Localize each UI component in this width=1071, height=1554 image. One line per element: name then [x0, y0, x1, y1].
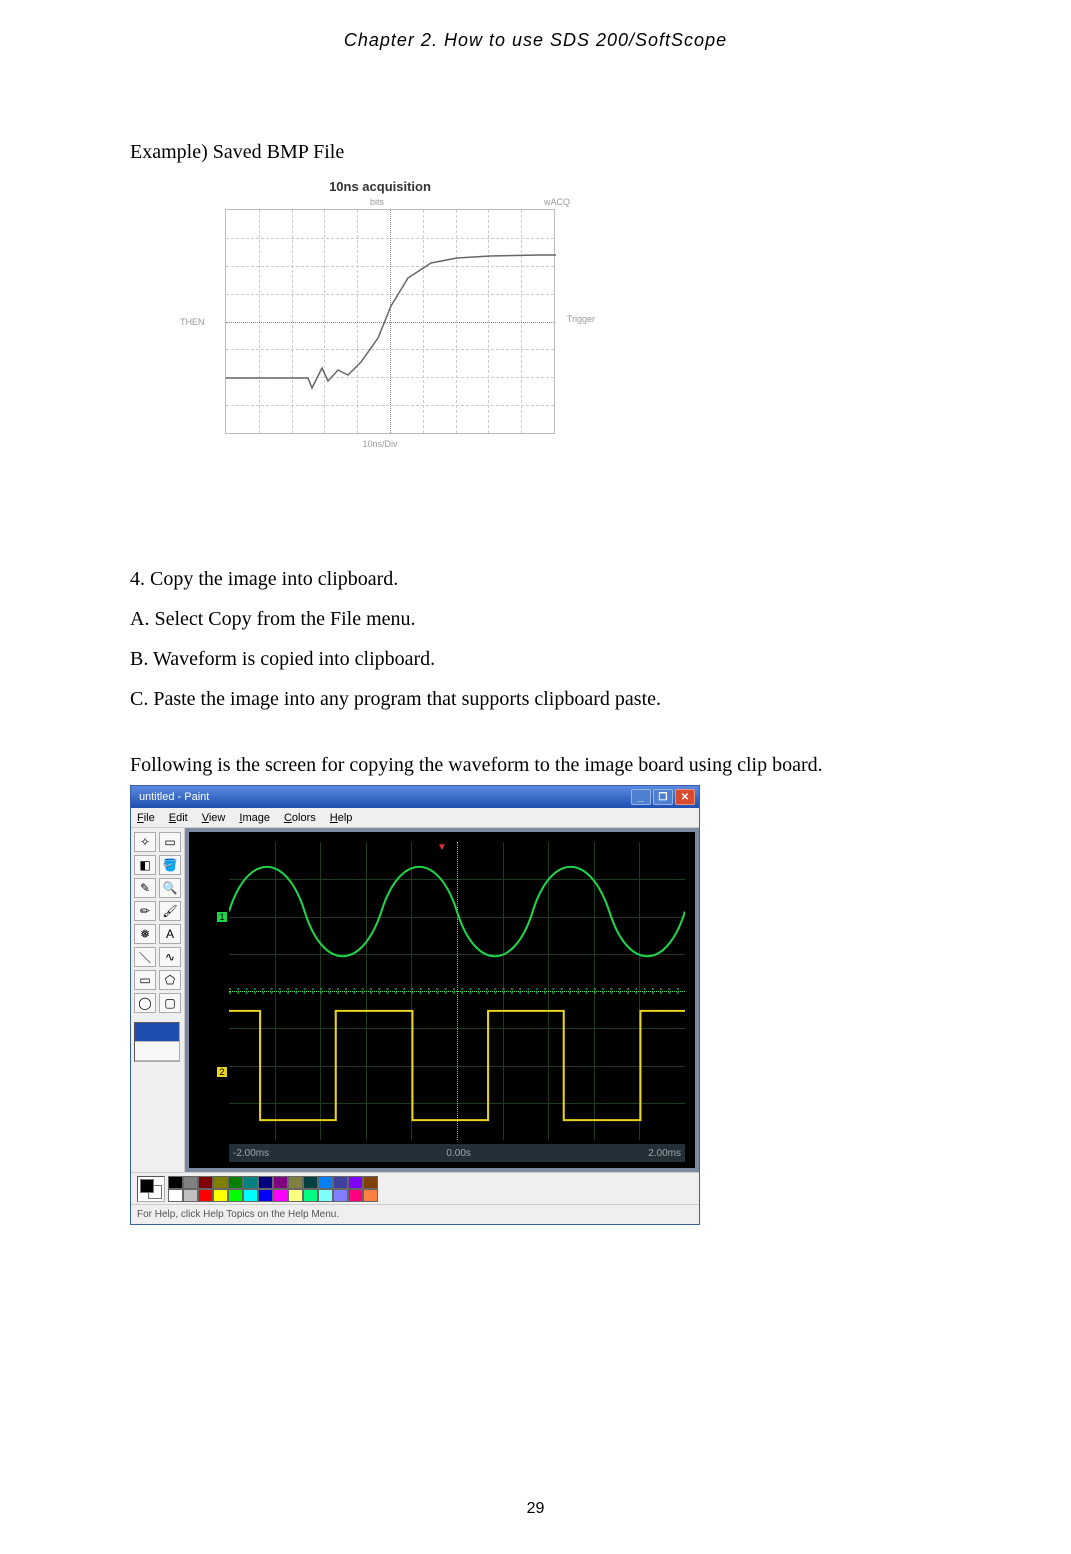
color-swatch[interactable]	[318, 1189, 333, 1202]
minimize-button[interactable]: _	[631, 789, 651, 805]
menu-help[interactable]: Help	[330, 812, 353, 824]
color-swatch[interactable]	[213, 1176, 228, 1189]
tool-freeform-select-icon[interactable]: ✧	[134, 832, 156, 852]
titlebar[interactable]: untitled - Paint _ ❐ ✕	[131, 786, 699, 808]
instruction-block: 4. Copy the image into clipboard. A. Sel…	[130, 559, 941, 719]
tool-roundrect-icon[interactable]: ▢	[159, 993, 181, 1013]
paint-window: untitled - Paint _ ❐ ✕ File Edit View Im…	[130, 785, 700, 1225]
scope-time-labels: -2.00ms 0.00s 2.00ms	[229, 1144, 685, 1162]
color-swatch[interactable]	[198, 1189, 213, 1202]
color-swatch[interactable]	[363, 1176, 378, 1189]
status-text: For Help, click Help Topics on the Help …	[137, 1209, 339, 1220]
statusbar: For Help, click Help Topics on the Help …	[131, 1204, 699, 1224]
color-swatch[interactable]	[333, 1176, 348, 1189]
menu-view[interactable]: View	[202, 812, 226, 824]
color-swatch[interactable]	[168, 1176, 183, 1189]
bmp-left-label: THEN	[180, 317, 205, 327]
tool-select-icon[interactable]: ▭	[159, 832, 181, 852]
color-swatch[interactable]	[213, 1189, 228, 1202]
example-caption: Example) Saved BMP File	[130, 141, 941, 164]
color-swatch[interactable]	[318, 1176, 333, 1189]
color-swatch[interactable]	[288, 1189, 303, 1202]
scope-grid	[229, 842, 685, 1140]
color-swatch[interactable]	[243, 1176, 258, 1189]
tool-line-icon[interactable]: ＼	[134, 947, 156, 967]
step-a: A. Select Copy from the File menu.	[130, 599, 941, 639]
bmp-bottom-label: 10ns/Div	[170, 439, 590, 449]
time-right: 2.00ms	[648, 1148, 681, 1159]
time-center: 0.00s	[446, 1148, 470, 1159]
color-swatch[interactable]	[273, 1189, 288, 1202]
color-swatch[interactable]	[363, 1189, 378, 1202]
color-swatch[interactable]	[348, 1176, 363, 1189]
canvas: ▼ 1 2	[189, 832, 695, 1168]
menu-edit[interactable]: Edit	[169, 812, 188, 824]
color-swatch[interactable]	[258, 1189, 273, 1202]
color-swatch[interactable]	[348, 1189, 363, 1202]
follow-text: Following is the screen for copying the …	[130, 754, 941, 777]
bmp-title: 10ns acquisition	[170, 179, 590, 194]
fg-color-icon	[140, 1179, 154, 1193]
paint-body: ✧ ▭ ◧ 🪣 ✎ 🔍 ✏ 🖌 ❅ A ＼ ∿ ▭ ⬠ ◯ ▢	[131, 828, 699, 1172]
color-palette	[168, 1176, 378, 1202]
color-swatch[interactable]	[198, 1176, 213, 1189]
color-swatch[interactable]	[228, 1176, 243, 1189]
canvas-area[interactable]: ▼ 1 2	[185, 828, 699, 1172]
color-palette-row	[131, 1172, 699, 1204]
color-swatch[interactable]	[183, 1189, 198, 1202]
color-swatch[interactable]	[288, 1176, 303, 1189]
color-swatch[interactable]	[168, 1189, 183, 1202]
tool-options[interactable]	[134, 1022, 180, 1062]
bmp-grid	[225, 209, 555, 434]
tool-fill-icon[interactable]: 🪣	[159, 855, 181, 875]
tool-brush-icon[interactable]: 🖌	[159, 901, 181, 921]
tool-spray-icon[interactable]: ❅	[134, 924, 156, 944]
color-swatch[interactable]	[258, 1176, 273, 1189]
page-number: 29	[0, 1500, 1071, 1518]
color-swatch[interactable]	[273, 1176, 288, 1189]
toolbox: ✧ ▭ ◧ 🪣 ✎ 🔍 ✏ 🖌 ❅ A ＼ ∿ ▭ ⬠ ◯ ▢	[131, 828, 185, 1172]
bmp-sub-left: bits	[370, 197, 384, 207]
chapter-header: Chapter 2. How to use SDS 200/SoftScope	[130, 30, 941, 51]
ch2-marker: 2	[217, 1067, 227, 1077]
tool-zoom-icon[interactable]: 🔍	[159, 878, 181, 898]
bmp-sub-right: wACQ	[544, 197, 570, 207]
color-swatch[interactable]	[243, 1189, 258, 1202]
tool-ellipse-icon[interactable]: ◯	[134, 993, 156, 1013]
bmp-trace	[226, 210, 556, 435]
step-b: B. Waveform is copied into clipboard.	[130, 639, 941, 679]
step-4: 4. Copy the image into clipboard.	[130, 559, 941, 599]
tool-curve-icon[interactable]: ∿	[159, 947, 181, 967]
bmp-right-label: Trigger	[567, 314, 595, 324]
maximize-button[interactable]: ❐	[653, 789, 673, 805]
color-swatch[interactable]	[303, 1176, 318, 1189]
step-c: C. Paste the image into any program that…	[130, 679, 941, 719]
window-title: untitled - Paint	[135, 791, 629, 803]
close-button[interactable]: ✕	[675, 789, 695, 805]
color-swatch[interactable]	[228, 1189, 243, 1202]
bmp-figure: 10ns acquisition bits wACQ THEN Trigger …	[170, 179, 590, 469]
tool-eraser-icon[interactable]: ◧	[134, 855, 156, 875]
tool-pencil-icon[interactable]: ✏	[134, 901, 156, 921]
tool-picker-icon[interactable]: ✎	[134, 878, 156, 898]
tool-polygon-icon[interactable]: ⬠	[159, 970, 181, 990]
menu-colors[interactable]: Colors	[284, 812, 316, 824]
color-swatch[interactable]	[333, 1189, 348, 1202]
fg-bg-indicator[interactable]	[137, 1176, 165, 1202]
tool-rect-icon[interactable]: ▭	[134, 970, 156, 990]
color-swatch[interactable]	[303, 1189, 318, 1202]
ch1-marker: 1	[217, 912, 227, 922]
time-left: -2.00ms	[233, 1148, 269, 1159]
menu-image[interactable]: Image	[239, 812, 270, 824]
color-swatch[interactable]	[183, 1176, 198, 1189]
menu-file[interactable]: File	[137, 812, 155, 824]
tool-text-icon[interactable]: A	[159, 924, 181, 944]
menubar: File Edit View Image Colors Help	[131, 808, 699, 828]
